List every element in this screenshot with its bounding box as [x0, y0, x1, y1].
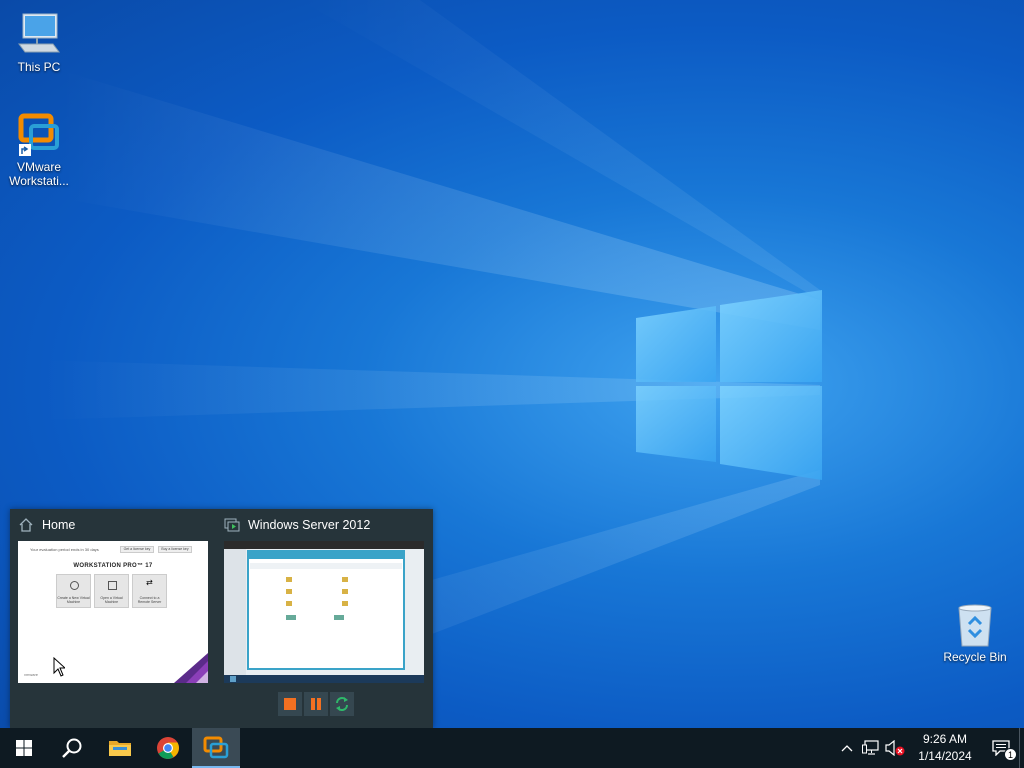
vm-screen-preview: [224, 541, 424, 683]
vmware-workstation-icon: [15, 110, 63, 158]
recycle-bin-icon: [951, 600, 999, 648]
speaker-muted-icon: [885, 740, 905, 756]
windows-start-icon: [16, 740, 32, 756]
show-desktop-button[interactable]: [1019, 728, 1024, 768]
restart-icon: [336, 697, 348, 711]
vmware-brand: vmware: [24, 672, 39, 677]
chrome-button[interactable]: [144, 728, 192, 768]
desktop-icon-recycle-bin[interactable]: Recycle Bin: [937, 600, 1013, 664]
stop-button[interactable]: [278, 692, 302, 716]
vmware-taskbar-button[interactable]: [192, 728, 240, 768]
folder-icon: [109, 741, 131, 756]
thumbnail-home[interactable]: Home Your evaluation period ends in 30 d…: [10, 509, 215, 683]
vm-controls: [278, 692, 354, 716]
taskbar-thumbnail-flyout: Home Your evaluation period ends in 30 d…: [10, 509, 433, 728]
computer-icon: [15, 10, 63, 58]
show-hidden-icons-button[interactable]: [835, 728, 859, 768]
preview-tile-connect: ⇄ Connect to a Remote Server: [132, 574, 167, 608]
system-tray: 9:26 AM 1/14/2024 1: [835, 728, 1024, 768]
network-status[interactable]: [859, 728, 883, 768]
search-button[interactable]: [48, 728, 96, 768]
pause-button[interactable]: [304, 692, 328, 716]
clock-date: 1/14/2024: [918, 749, 972, 763]
desktop-icon-vmware[interactable]: VMware Workstati...: [1, 110, 77, 188]
brand-corner-graphic: [174, 653, 208, 683]
chrome-icon: [157, 737, 179, 759]
preview-tile-create: Create a New Virtual Machine: [56, 574, 91, 608]
product-title: WORKSTATION PRO™ 17: [73, 563, 153, 569]
desktop[interactable]: This PC VMware Workstati... Recycle Bin: [0, 0, 1024, 728]
mouse-pointer-icon: [53, 657, 65, 677]
buy-license-button: Buy a license key: [158, 546, 192, 553]
clock-time: 9:26 AM: [922, 732, 968, 746]
chevron-up-icon: [841, 745, 853, 752]
network-icon: [862, 740, 879, 755]
vmware-workstation-icon: [203, 736, 229, 759]
pause-icon: [311, 698, 321, 710]
taskbar: 9:26 AM 1/14/2024 1: [0, 728, 1024, 768]
clock[interactable]: 9:26 AM 1/14/2024: [907, 731, 983, 765]
action-center-button[interactable]: 1: [983, 728, 1019, 768]
home-icon: [19, 518, 33, 532]
restart-button[interactable]: [330, 692, 354, 716]
evaluation-banner: Your evaluation period ends in 30 days: [30, 547, 99, 552]
windows-logo-wallpaper: [636, 290, 822, 480]
notification-count-badge: 1: [1004, 748, 1017, 761]
thumbnail-windows-server-2012[interactable]: Windows Server 2012: [216, 509, 433, 716]
file-explorer-button[interactable]: [96, 728, 144, 768]
desktop-icon-this-pc[interactable]: This PC: [1, 10, 77, 74]
volume-status[interactable]: [883, 728, 907, 768]
thumbnail-title: Home: [42, 518, 76, 532]
server-desktop-preview: [224, 541, 424, 683]
thumbnail-title: Windows Server 2012: [248, 518, 371, 532]
preview-tile-open: Open a Virtual Machine: [94, 574, 129, 608]
search-icon: [62, 738, 82, 758]
get-license-button: Get a license key: [120, 546, 154, 553]
start-button[interactable]: [0, 728, 48, 768]
desktop-icon-label: VMware Workstati...: [9, 160, 69, 188]
desktop-icon-label: This PC: [17, 60, 61, 74]
vm-running-icon: [224, 518, 240, 532]
desktop-icon-label: Recycle Bin: [943, 650, 1007, 664]
stop-icon: [284, 698, 296, 710]
home-preview: Your evaluation period ends in 30 days G…: [18, 541, 208, 683]
